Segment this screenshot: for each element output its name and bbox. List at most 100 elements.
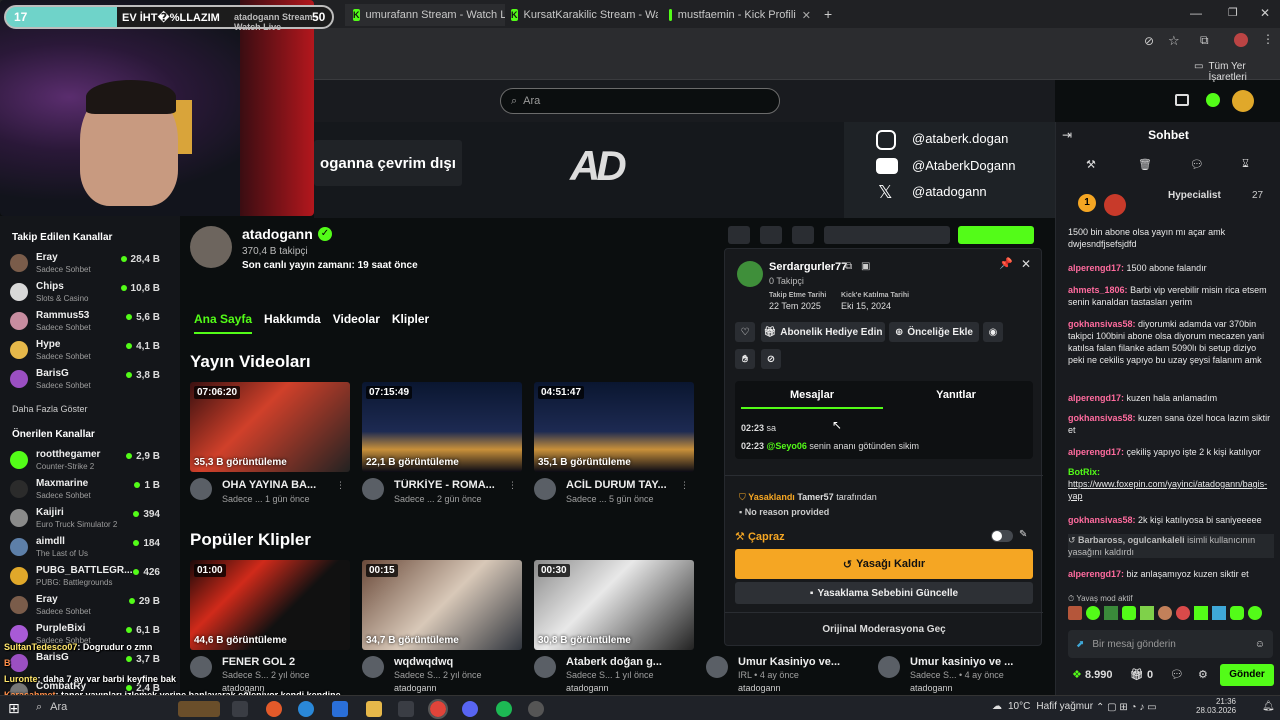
- minimize-button[interactable]: —: [1190, 6, 1202, 20]
- social-instagram[interactable]: @ataberk.dogan: [912, 131, 1008, 146]
- more-options-icon[interactable]: ⋮: [680, 480, 689, 491]
- chat-input[interactable]: ⬈ Bir mesaj gönderin ☺: [1068, 630, 1273, 658]
- maximize-button[interactable]: ❐: [1228, 6, 1238, 19]
- tab-kursatkarakilic[interactable]: K KursatKarakilic Stream - Watch ✕: [503, 4, 658, 26]
- gifts-display[interactable]: 🎁︎ 0: [1130, 668, 1153, 681]
- video-title[interactable]: ACİL DURUM TAY...: [566, 479, 674, 491]
- menu-icon[interactable]: ⋮: [1262, 32, 1274, 46]
- tab-about[interactable]: Hakkımda: [264, 312, 321, 334]
- eye-off-icon[interactable]: ⊘: [1144, 34, 1154, 48]
- settings-icon[interactable]: ⚙: [1198, 668, 1208, 681]
- tab-replies[interactable]: Yanıtlar: [885, 389, 1027, 401]
- tab-messages[interactable]: Mesajlar: [741, 389, 883, 409]
- pin-tool-icon[interactable]: ⚒: [1086, 158, 1096, 171]
- more-options-icon[interactable]: ⋮: [336, 480, 345, 491]
- clip-channel[interactable]: atadogann: [910, 683, 953, 693]
- clip-channel[interactable]: atadogann: [394, 683, 437, 693]
- task-view-icon[interactable]: [232, 701, 248, 717]
- share-icon[interactable]: [728, 226, 750, 244]
- chat-username[interactable]: ahmets_1806:: [1068, 285, 1128, 295]
- clip-channel[interactable]: atadogann: [738, 683, 781, 693]
- sidebar-channel[interactable]: BarisG Sadece Sohbet 3,8 B: [10, 366, 160, 392]
- social-youtube[interactable]: @AtaberkDogann: [912, 158, 1016, 173]
- points-display[interactable]: ❖ 8.990: [1072, 668, 1112, 681]
- send-button[interactable]: Gönder: [1220, 664, 1274, 686]
- trash-icon[interactable]: 🗑︎: [1138, 158, 1152, 171]
- card-icon[interactable]: ▣: [861, 261, 870, 272]
- video-title[interactable]: TÜRKİYE - ROMA...: [394, 479, 502, 491]
- all-bookmarks-button[interactable]: ▭ Tüm Yer İşaretleri: [1194, 61, 1280, 83]
- sidebar-channel[interactable]: Hype Sadece Sohbet 4,1 B: [10, 337, 160, 363]
- instagram-icon[interactable]: [876, 130, 896, 150]
- heart-icon[interactable]: ♡: [735, 322, 755, 342]
- chat-bubble-icon[interactable]: 💬︎: [1190, 158, 1204, 171]
- new-tab-button[interactable]: +: [824, 6, 832, 22]
- priority-button[interactable]: ⊕ Önceliğe Ekle: [889, 322, 979, 342]
- discord-icon[interactable]: [462, 701, 478, 717]
- unban-button[interactable]: ↺ Yasağı Kaldır: [735, 549, 1033, 579]
- tab-clips[interactable]: Klipler: [392, 312, 429, 334]
- sidebar-channel[interactable]: Eray Sadece Sohbet 29 B: [10, 592, 160, 618]
- edge-icon[interactable]: [298, 701, 314, 717]
- clip-title[interactable]: Umur kasiniyo ve ...: [910, 656, 1020, 668]
- chat-username[interactable]: alperengd17:: [1068, 447, 1124, 457]
- sidebar-channel[interactable]: PUBG_BATTLEGR... PUBG: Battlegrounds 426: [10, 563, 160, 589]
- eye-icon[interactable]: ◉: [983, 322, 1003, 342]
- tray-icons[interactable]: ⌃ ▢ ⊞ ◔ ♪ ▭: [1096, 702, 1157, 713]
- sidebar-channel[interactable]: rootthegamer Counter-Strike 2 2,9 B: [10, 447, 160, 473]
- user-avatar[interactable]: [1232, 90, 1254, 112]
- taskbar-search[interactable]: ⌕ Ara: [36, 701, 176, 714]
- chat-bubble-icon[interactable]: 💬︎: [1170, 668, 1184, 681]
- tab-umurafann[interactable]: K umurafann Stream - Watch Live ✕: [345, 4, 505, 26]
- video-thumbnail[interactable]: 07:06:20 35,3 B görüntüleme: [190, 382, 350, 472]
- video-title[interactable]: OHA YAYINA BA...: [222, 479, 330, 491]
- sidebar-channel[interactable]: aimdll The Last of Us 184: [10, 534, 160, 560]
- pin-icon[interactable]: 📌: [999, 257, 1013, 270]
- sidebar-channel[interactable]: Chips Slots & Casino 10,8 B: [10, 279, 160, 305]
- kick-logo-icon[interactable]: [1206, 93, 1220, 107]
- gift-icon[interactable]: [792, 226, 814, 244]
- hand-icon[interactable]: ✋︎: [735, 349, 755, 369]
- emoji-icon[interactable]: ☺: [1255, 639, 1265, 650]
- bell-icon[interactable]: [760, 226, 782, 244]
- tab-mustfaemin[interactable]: mustfaemin - Kick Profili ✕: [661, 4, 819, 26]
- clip-channel[interactable]: atadogann: [566, 683, 609, 693]
- sidebar-channel[interactable]: Maxmarine Sadece Sohbet 1 B: [10, 476, 160, 502]
- chat-username[interactable]: gokhansivas58:: [1068, 319, 1136, 329]
- chat-username[interactable]: alperengd17:: [1068, 393, 1124, 403]
- clip-title[interactable]: wqdwqdwq: [394, 656, 504, 668]
- video-thumbnail[interactable]: 07:15:49 22,1 B görüntüleme: [362, 382, 522, 472]
- sidebar-channel[interactable]: BarisG 3,7 B: [10, 650, 160, 676]
- spotify-icon[interactable]: [496, 701, 512, 717]
- clip-thumbnail[interactable]: 01:00 44,6 B görüntüleme: [190, 560, 350, 650]
- explorer-icon[interactable]: [366, 701, 382, 717]
- windows-start-icon[interactable]: ⊞: [8, 700, 20, 717]
- original-moderation-link[interactable]: Orijinal Moderasyona Geç: [725, 624, 1043, 635]
- tab-videos[interactable]: Videolar: [333, 312, 380, 334]
- clip-title[interactable]: Ataberk doğan g...: [566, 656, 676, 668]
- close-tab-icon[interactable]: ✕: [802, 9, 811, 22]
- x-icon[interactable]: 𝕏: [878, 182, 893, 203]
- chat-username[interactable]: alperengd17:: [1068, 569, 1124, 579]
- gift-sub-button[interactable]: 🎁︎ Abonelik Hediye Edin: [761, 322, 885, 342]
- cross-ban-toggle[interactable]: [991, 530, 1013, 542]
- clip-thumbnail[interactable]: 00:15 34,7 B görüntüleme: [362, 560, 522, 650]
- app-icon[interactable]: [398, 701, 414, 717]
- copilot-icon[interactable]: [266, 701, 282, 717]
- clip-title[interactable]: Umur Kasiniyo ve...: [738, 656, 848, 668]
- close-window-button[interactable]: ✕: [1260, 6, 1270, 20]
- clip-title[interactable]: FENER GOL 2: [222, 656, 332, 668]
- emote-bar[interactable]: [1068, 606, 1273, 622]
- clip-thumbnail[interactable]: 00:30 30,8 B görüntüleme: [534, 560, 694, 650]
- youtube-icon[interactable]: [876, 158, 898, 174]
- sidebar-channel[interactable]: Rammus53 Sadece Sohbet 5,6 B: [10, 308, 160, 334]
- clock[interactable]: 21:36 28.03.2026: [1196, 697, 1236, 715]
- chat-username[interactable]: alperengd17:: [1068, 263, 1124, 273]
- more-options-icon[interactable]: ⋮: [508, 480, 517, 491]
- star-icon[interactable]: ☆: [1168, 33, 1180, 49]
- show-more-link[interactable]: Daha Fazla Göster: [12, 404, 88, 414]
- obs-icon[interactable]: [528, 701, 544, 717]
- video-thumbnail[interactable]: 04:51:47 35,1 B görüntüleme: [534, 382, 694, 472]
- chat-username[interactable]: Barbaross, ogulcankaleli: [1078, 535, 1185, 545]
- chat-username[interactable]: gokhansivas58:: [1068, 515, 1136, 525]
